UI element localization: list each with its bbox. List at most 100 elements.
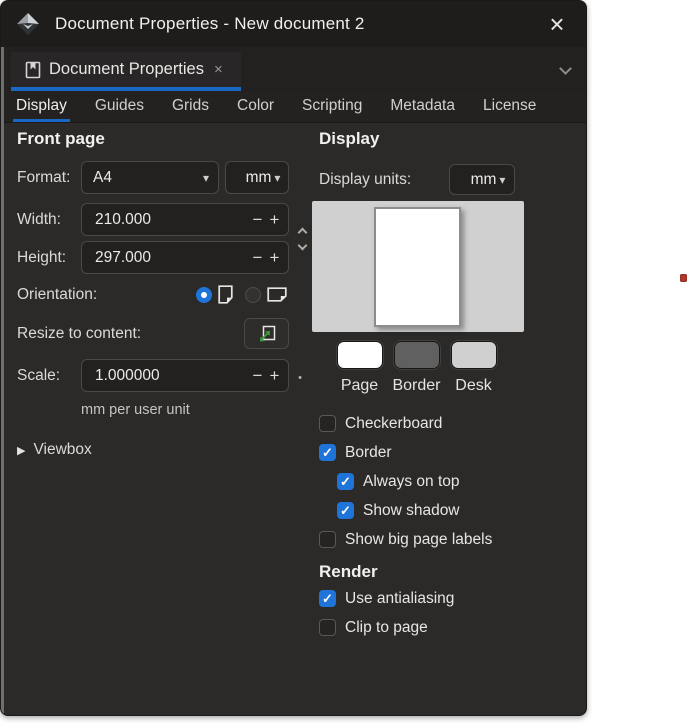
- height-row: Height: 297.000 − +: [17, 241, 289, 274]
- page-preview-thumbnail: [374, 207, 461, 327]
- scale-unit-note: mm per user unit: [81, 402, 190, 418]
- height-label: Height:: [17, 248, 67, 266]
- display-units-value: mm: [470, 170, 497, 188]
- height-spinbox[interactable]: 297.000 − +: [81, 241, 289, 274]
- border-checkbox[interactable]: ✓: [319, 444, 336, 461]
- notebook-tabs: Display Guides Grids Color Scripting Met…: [1, 91, 586, 123]
- tab-guides[interactable]: Guides: [92, 91, 147, 122]
- portrait-page-icon: [218, 285, 233, 304]
- page-color-swatch[interactable]: [336, 340, 384, 370]
- viewbox-label: Viewbox: [33, 441, 92, 458]
- portrait-radio[interactable]: [196, 286, 212, 303]
- border-color-swatch[interactable]: [393, 340, 441, 370]
- color-swatches: [336, 340, 527, 370]
- resize-page-icon: [259, 325, 275, 341]
- width-value[interactable]: 210.000: [82, 211, 249, 229]
- dock-menu-button[interactable]: [552, 57, 578, 83]
- width-spinbox[interactable]: 210.000 − +: [81, 203, 289, 236]
- use-antialiasing-checkbox[interactable]: ✓: [319, 590, 336, 607]
- window-left-edge: [1, 47, 4, 715]
- checkbox-row-show-shadow[interactable]: ✓ Show shadow: [312, 496, 527, 525]
- tab-color[interactable]: Color: [234, 91, 277, 122]
- format-unit-dropdown[interactable]: mm ▾: [225, 161, 289, 194]
- border-label: Border: [345, 443, 392, 461]
- dock-tab-close-icon[interactable]: ×: [214, 61, 223, 78]
- page-swatch-label: Page: [340, 377, 379, 394]
- display-section: Display Display units: mm ▾ Page Border …: [312, 129, 527, 642]
- checkbox-row-show-big-page-labels[interactable]: Show big page labels: [312, 525, 527, 554]
- viewbox-expander[interactable]: ▶ Viewbox: [17, 441, 289, 459]
- format-unit-value: mm: [245, 168, 272, 186]
- tab-scripting[interactable]: Scripting: [299, 91, 365, 122]
- landscape-radio[interactable]: [245, 286, 261, 303]
- height-decrement-button[interactable]: −: [249, 248, 266, 268]
- document-properties-icon: [25, 61, 41, 78]
- checkbox-row-use-antialiasing[interactable]: ✓ Use antialiasing: [312, 584, 527, 613]
- tab-license[interactable]: License: [480, 91, 539, 122]
- render-checkboxes: ✓ Use antialiasing Clip to page: [312, 584, 527, 642]
- width-decrement-button[interactable]: −: [249, 210, 266, 230]
- checkerboard-label: Checkerboard: [345, 414, 443, 432]
- window-titlebar: Document Properties - New document 2 ×: [1, 1, 586, 47]
- width-label: Width:: [17, 210, 61, 228]
- format-value: A4: [93, 168, 112, 186]
- height-value[interactable]: 297.000: [82, 249, 249, 267]
- orientation-row: Orientation:: [17, 278, 289, 311]
- orientation-label: Orientation:: [17, 285, 98, 303]
- checkerboard-checkbox[interactable]: [319, 415, 336, 432]
- front-page-section: Front page Format: A4 ▾ mm ▾ Width: 210.…: [17, 129, 302, 459]
- scale-modified-dot: •: [298, 372, 302, 384]
- resize-to-content-label: Resize to content:: [17, 324, 142, 342]
- front-page-heading: Front page: [17, 129, 105, 148]
- display-checkboxes: Checkerboard ✓ Border ✓ Always on top ✓ …: [312, 409, 527, 554]
- checkbox-row-border[interactable]: ✓ Border: [312, 438, 527, 467]
- checkbox-row-always-on-top[interactable]: ✓ Always on top: [312, 467, 527, 496]
- scale-label: Scale:: [17, 366, 61, 384]
- width-height-link-icon[interactable]: [297, 225, 309, 257]
- orientation-options: [196, 285, 289, 304]
- scale-increment-button[interactable]: +: [266, 366, 283, 386]
- tab-metadata[interactable]: Metadata: [387, 91, 458, 122]
- always-on-top-checkbox[interactable]: ✓: [337, 473, 354, 490]
- display-units-dropdown[interactable]: mm ▾: [449, 164, 515, 195]
- width-increment-button[interactable]: +: [266, 210, 283, 230]
- format-label: Format:: [17, 168, 71, 186]
- desk-color-swatch[interactable]: [450, 340, 498, 370]
- tab-grids[interactable]: Grids: [169, 91, 212, 122]
- chevron-down-icon: [297, 240, 308, 251]
- format-dropdown[interactable]: A4 ▾: [81, 161, 219, 194]
- clip-to-page-label: Clip to page: [345, 618, 428, 636]
- color-swatch-labels: Page Border Desk: [331, 377, 527, 395]
- chevron-up-icon: [297, 227, 308, 238]
- width-row: Width: 210.000 − +: [17, 203, 289, 236]
- scale-value[interactable]: 1.000000: [82, 367, 249, 385]
- window-close-icon[interactable]: ×: [542, 9, 572, 39]
- always-on-top-label: Always on top: [363, 472, 460, 490]
- dropdown-arrow-icon: ▾: [274, 170, 281, 185]
- format-row: Format: A4 ▾ mm ▾: [17, 161, 289, 194]
- scale-spinbox[interactable]: 1.000000 − +: [81, 359, 289, 392]
- page-preview: [312, 201, 524, 332]
- show-big-page-labels-label: Show big page labels: [345, 530, 493, 548]
- show-shadow-checkbox[interactable]: ✓: [337, 502, 354, 519]
- tab-display[interactable]: Display: [13, 91, 70, 122]
- render-heading: Render: [319, 562, 378, 581]
- window-title: Document Properties - New document 2: [55, 14, 365, 33]
- red-dot-artifact: [680, 274, 687, 282]
- checkbox-row-clip-to-page[interactable]: Clip to page: [312, 613, 527, 642]
- height-increment-button[interactable]: +: [266, 248, 283, 268]
- resize-to-content-button[interactable]: [244, 318, 289, 349]
- show-big-page-labels-checkbox[interactable]: [319, 531, 336, 548]
- desk-swatch-label: Desk: [455, 377, 492, 394]
- dock-tab-strip: Document Properties ×: [1, 47, 586, 91]
- chevron-down-icon: [558, 61, 572, 75]
- display-heading: Display: [319, 129, 380, 148]
- dock-tab-document-properties[interactable]: Document Properties ×: [11, 52, 241, 87]
- screenshot-stage: Document Properties - New document 2 × D…: [0, 0, 693, 724]
- dropdown-arrow-icon: ▾: [499, 172, 506, 187]
- scale-decrement-button[interactable]: −: [249, 366, 266, 386]
- resize-row: Resize to content:: [17, 317, 289, 350]
- dropdown-arrow-icon: ▾: [202, 170, 209, 185]
- checkbox-row-checkerboard[interactable]: Checkerboard: [312, 409, 527, 438]
- clip-to-page-checkbox[interactable]: [319, 619, 336, 636]
